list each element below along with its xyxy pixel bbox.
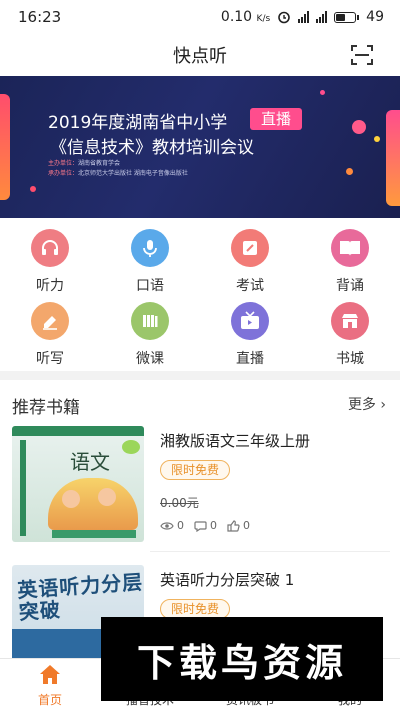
tv-icon — [231, 302, 269, 340]
battery-level: 49 — [366, 9, 384, 25]
category-bookstore[interactable]: 书城 — [320, 302, 380, 367]
category-label: 直播 — [236, 351, 264, 367]
home-icon — [40, 665, 60, 684]
banner-decoration — [374, 136, 380, 142]
banner-organizer: 主办单位：湖南省教育学会 — [48, 160, 121, 167]
book-cover: 语文 — [12, 426, 144, 542]
category-listening[interactable]: 听力 — [20, 229, 80, 294]
alarm-icon — [278, 11, 290, 24]
status-time: 16:23 — [18, 8, 62, 26]
banner-decoration — [346, 168, 353, 175]
banner-decoration — [320, 90, 325, 95]
eye-icon — [160, 521, 174, 530]
store-icon — [331, 302, 369, 340]
banner-title-line2: 《信息技术》教材培训会议 — [50, 138, 254, 158]
watermark-overlay: 下载鸟资源 — [101, 617, 383, 701]
category-microlesson[interactable]: 微课 — [120, 302, 180, 367]
banner-edge-left — [0, 94, 10, 200]
eraser-icon — [31, 302, 69, 340]
comment-icon — [194, 520, 207, 532]
books-icon — [131, 302, 169, 340]
category-live[interactable]: 直播 — [220, 302, 280, 367]
thumb-up-icon — [227, 519, 240, 532]
category-label: 口语 — [136, 278, 164, 294]
views-stat: 0 — [160, 519, 184, 532]
battery-icon — [334, 11, 360, 23]
category-grid: 听力 口语 考试 背诵 听写 微课 直播 书城 — [0, 218, 400, 371]
banner-title-line1: 2019年度湖南省中小学 — [48, 113, 228, 133]
category-label: 听力 — [36, 278, 64, 294]
signal-icon-2 — [316, 11, 328, 23]
category-label: 听写 — [36, 351, 64, 367]
category-label: 考试 — [236, 278, 264, 294]
category-label: 微课 — [136, 351, 164, 367]
microphone-icon — [131, 229, 169, 267]
promo-banner[interactable]: 2019年度湖南省中小学 直播 《信息技术》教材培训会议 主办单位：湖南省教育学… — [0, 76, 400, 218]
status-bar: 16:23 0.10 K/s 49 — [0, 0, 400, 34]
category-speaking[interactable]: 口语 — [120, 229, 180, 294]
signal-icon — [298, 11, 310, 23]
book-title: 湘教版语文三年级上册 — [160, 432, 311, 450]
comments-stat: 0 — [194, 519, 217, 532]
tab-label: 首页 — [37, 693, 62, 707]
free-badge: 限时免费 — [160, 460, 230, 480]
category-dictation[interactable]: 听写 — [20, 302, 80, 367]
likes-stat: 0 — [227, 519, 250, 532]
divider — [150, 551, 390, 552]
pencil-icon — [231, 229, 269, 267]
live-badge: 直播 — [250, 108, 302, 130]
free-badge: 限时免费 — [160, 599, 230, 619]
book-icon — [331, 229, 369, 267]
category-recite[interactable]: 背诵 — [320, 229, 380, 294]
chevron-right-icon: › — [380, 397, 386, 413]
headphones-icon — [31, 229, 69, 267]
tab-home[interactable]: 首页 — [10, 663, 90, 708]
book-stats: 0 0 0 — [160, 519, 256, 532]
app-header: 快点听 — [0, 34, 400, 76]
book-title: 英语听力分层突破 1 — [160, 571, 295, 589]
banner-decoration — [30, 186, 36, 192]
book-card[interactable]: 语文 湘教版语文三年级上册 限时免费 0.00元 0 0 0 — [0, 426, 400, 556]
category-label: 书城 — [336, 351, 364, 367]
scan-icon[interactable] — [350, 43, 374, 67]
category-label: 背诵 — [336, 278, 364, 294]
book-price: 0.00元 — [160, 496, 199, 510]
banner-edge-right — [386, 110, 400, 206]
category-exam[interactable]: 考试 — [220, 229, 280, 294]
banner-co-organizers: 承办单位：北京师范大学出版社 湖南电子音像出版社 — [48, 170, 188, 177]
more-link[interactable]: 更多 › — [348, 394, 386, 414]
status-indicators: 0.10 K/s 49 — [221, 9, 384, 25]
network-speed: 0.10 K/s — [220, 9, 271, 25]
section-title: 推荐书籍 — [12, 398, 80, 418]
page-title: 快点听 — [173, 46, 227, 67]
banner-decoration — [352, 120, 366, 134]
